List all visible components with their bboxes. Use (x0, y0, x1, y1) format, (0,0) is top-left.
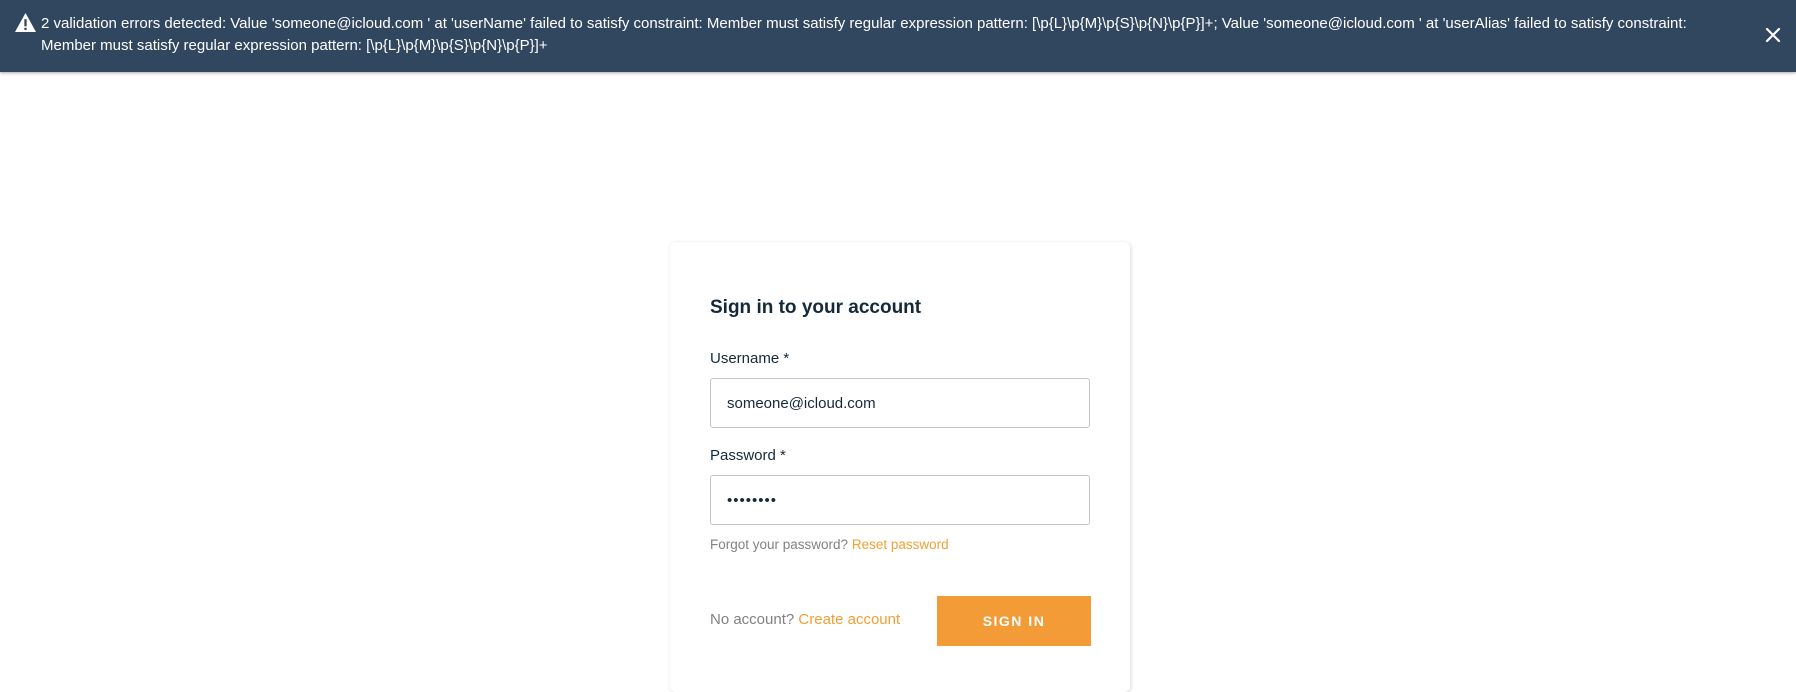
password-label-text: Password (710, 447, 776, 464)
sign-in-button[interactable]: SIGN IN (937, 596, 1091, 646)
error-banner: 2 validation errors detected: Value 'som… (0, 0, 1796, 72)
username-label: Username * (710, 350, 789, 367)
reset-password-link[interactable]: Reset password (852, 537, 949, 552)
username-label-text: Username (710, 350, 780, 367)
page-title: Sign in to your account (710, 297, 922, 318)
no-account-hint: No account? Create account (710, 611, 900, 628)
username-input[interactable] (710, 378, 1090, 428)
no-account-text: No account? (710, 611, 795, 628)
sign-in-card: Sign in to your account Username * Passw… (670, 242, 1130, 692)
error-message: 2 validation errors detected: Value 'som… (41, 15, 1687, 54)
required-mark: * (783, 350, 790, 367)
forgot-password-hint: Forgot your password? Reset password (710, 537, 949, 552)
create-account-link[interactable]: Create account (798, 611, 900, 628)
forgot-password-text: Forgot your password? (710, 537, 849, 552)
password-input[interactable] (710, 475, 1090, 525)
password-label: Password * (710, 447, 786, 464)
close-icon[interactable] (1760, 22, 1786, 48)
warning-icon (15, 12, 36, 33)
required-mark: * (780, 447, 786, 464)
